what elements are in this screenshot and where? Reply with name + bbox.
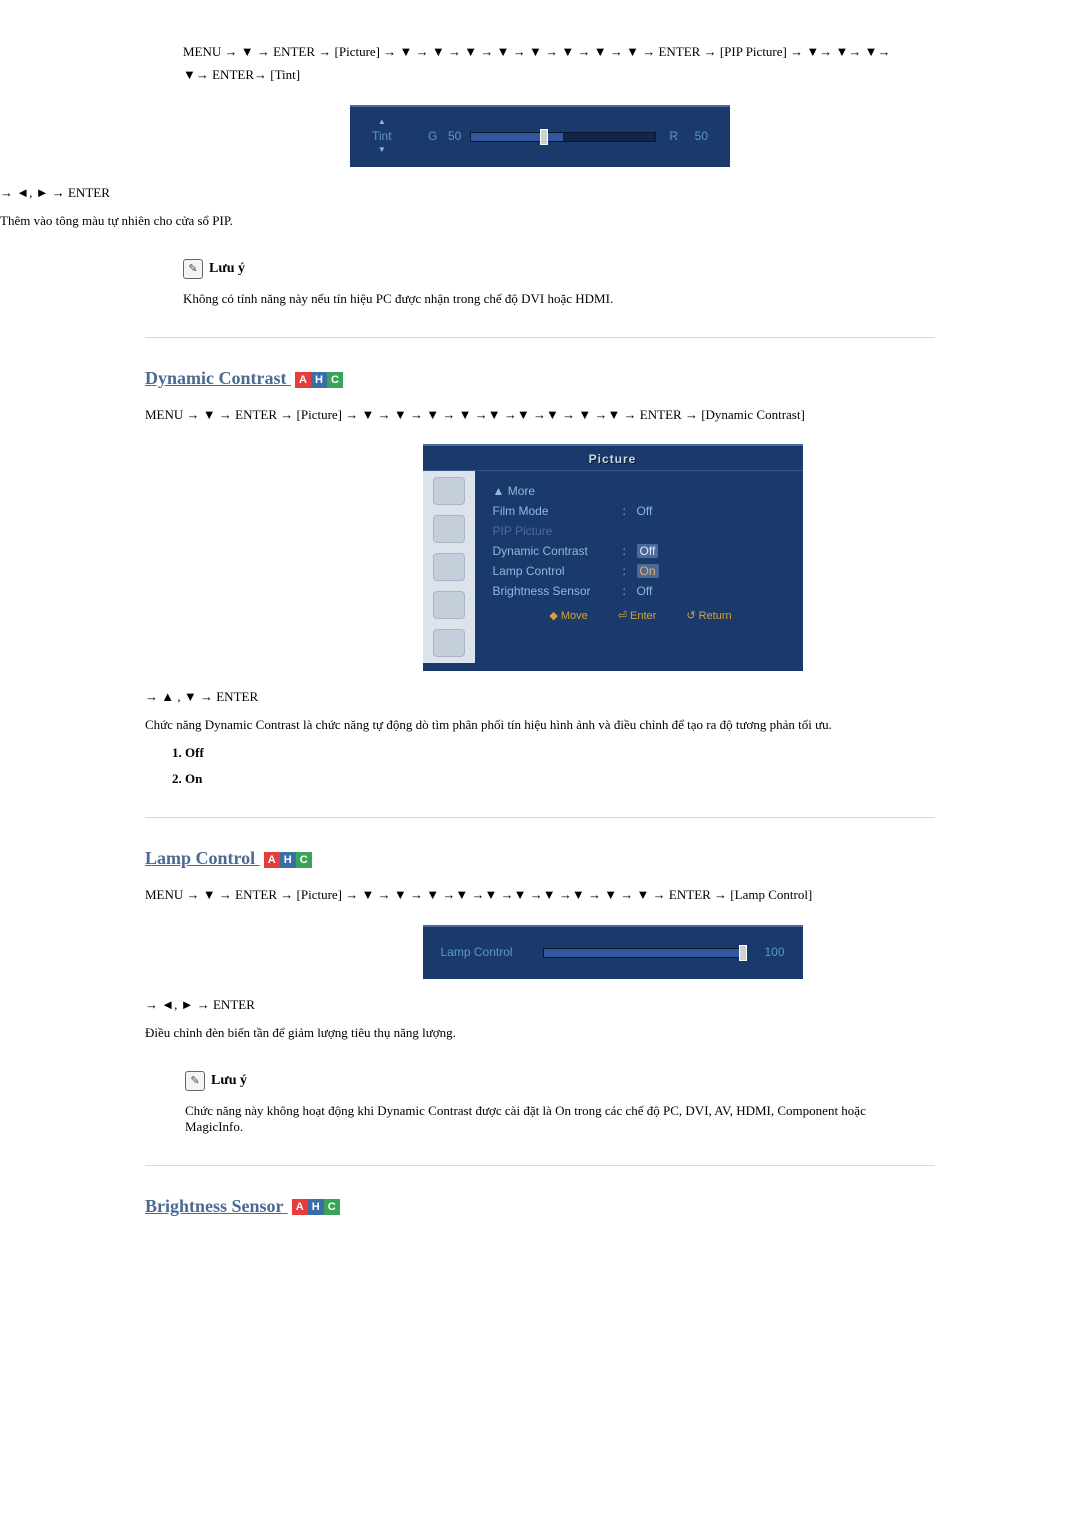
badge-a-icon: A <box>264 852 280 868</box>
nav-post-tint: → ◄, ► → ENTER <box>0 185 910 201</box>
note-title: Lưu ý <box>209 261 245 277</box>
osd-highlight-on: On <box>637 564 659 578</box>
osd-row-pip-picture: PIP Picture <box>493 521 789 541</box>
osd-label: Dynamic Contrast <box>493 544 623 558</box>
osd-more-label: ▲ More <box>493 484 623 498</box>
badge-c-icon: C <box>324 1199 340 1215</box>
osd-colon: : <box>623 564 637 578</box>
ahc-badge: AHC <box>292 1199 340 1215</box>
desc-tint: Thêm vào tông màu tự nhiên cho cửa sổ PI… <box>0 213 910 229</box>
osd-tint-screenshot: ▲ Tint ▼ G 50 R 50 <box>350 105 730 167</box>
osd-row-film-mode: Film Mode : Off <box>493 501 789 521</box>
osd-value: Off <box>637 584 789 598</box>
osd-sidebar-icon <box>433 477 465 505</box>
separator <box>145 1165 935 1166</box>
osd-sidebar-icon <box>433 553 465 581</box>
osd-value: Off <box>637 504 789 518</box>
osd-footer-move: ◆ Move <box>549 609 587 622</box>
option-on: On <box>185 771 1080 787</box>
badge-c-icon: C <box>327 372 343 388</box>
osd-lamp-screenshot: Lamp Control 100 <box>423 925 803 979</box>
note-text: Chức năng này không hoạt động khi Dynami… <box>185 1103 910 1135</box>
osd-footer-enter: ⏎ Enter <box>618 609 657 622</box>
desc-lamp: Điều chỉnh đèn biến tần để giảm lượng ti… <box>145 1025 910 1041</box>
heading-dynamic-contrast-text: Dynamic Contrast <box>145 368 287 388</box>
note-icon: ✎ <box>185 1071 205 1091</box>
note-icon: ✎ <box>183 259 203 279</box>
lamp-slider-track <box>543 948 743 958</box>
osd-body: ▲ More Film Mode : Off PIP Picture Dynam… <box>423 471 803 663</box>
osd-main: ▲ More Film Mode : Off PIP Picture Dynam… <box>475 471 803 663</box>
desc-dynamic: Chức năng Dynamic Contrast là chức năng … <box>145 717 910 733</box>
heading-brightness-sensor: Brightness Sensor AHC <box>145 1196 1080 1217</box>
osd-value-highlight: Off <box>637 544 789 558</box>
badge-h-icon: H <box>308 1199 324 1215</box>
osd-row-dynamic-contrast: Dynamic Contrast : Off <box>493 541 789 561</box>
separator <box>145 337 935 338</box>
tint-box: ▲ Tint ▼ G 50 R 50 <box>350 105 730 167</box>
osd-footer: ◆ Move ⏎ Enter ↺ Return <box>493 601 789 622</box>
badge-a-icon: A <box>295 372 311 388</box>
option-off: Off <box>185 745 1080 761</box>
tint-label-col: ▲ Tint ▼ <box>372 115 392 157</box>
tint-r-value: 50 <box>695 129 708 143</box>
osd-label: Film Mode <box>493 504 623 518</box>
heading-brightness-sensor-text: Brightness Sensor <box>145 1196 283 1216</box>
osd-title: Picture <box>423 446 803 471</box>
tint-r-label: R <box>669 129 678 143</box>
triangle-up-icon: ▲ <box>372 115 392 129</box>
osd-sidebar-icon <box>433 591 465 619</box>
section-lamp-control: Lamp Control AHC MENU → ▼ → ENTER → [Pic… <box>145 848 1080 1134</box>
lamp-value: 100 <box>764 945 784 959</box>
tint-slider-track <box>470 132 656 142</box>
lamp-slider-handle <box>739 945 747 961</box>
osd-colon: : <box>623 584 637 598</box>
tint-slider-handle <box>540 129 548 145</box>
note-tint: ✎ Lưu ý Không có tính năng này nếu tín h… <box>183 259 1080 307</box>
badge-h-icon: H <box>280 852 296 868</box>
osd-sidebar-icon <box>433 515 465 543</box>
badge-h-icon: H <box>311 372 327 388</box>
osd-sidebar <box>423 471 475 663</box>
ahc-badge: AHC <box>264 852 312 868</box>
note-lamp: ✎ Lưu ý Chức năng này không hoạt động kh… <box>185 1071 1080 1135</box>
osd-picture-screenshot: Picture ▲ More Film Mode : Off <box>423 444 803 671</box>
osd-label: Brightness Sensor <box>493 584 623 598</box>
osd-value-highlight: On <box>637 564 789 578</box>
tint-g-label: G <box>428 129 437 143</box>
osd-label: Lamp Control <box>493 564 623 578</box>
nav-post-lamp: → ◄, ► → ENTER <box>145 997 910 1013</box>
document-page: MENU → ▼ → ENTER → [Picture] → ▼ → ▼ → ▼… <box>0 0 1080 1311</box>
heading-lamp-control: Lamp Control AHC <box>145 848 1080 869</box>
nav-path-lamp: MENU → ▼ → ENTER → [Picture] → ▼ → ▼ → ▼… <box>145 883 910 906</box>
section-dynamic-contrast: Dynamic Contrast AHC MENU → ▼ → ENTER → … <box>145 368 1080 787</box>
nav-path-tint: MENU → ▼ → ENTER → [Picture] → ▼ → ▼ → ▼… <box>183 40 910 87</box>
osd-row-brightness-sensor: Brightness Sensor : Off <box>493 581 789 601</box>
osd-label: PIP Picture <box>493 524 623 538</box>
osd-highlight-off: Off <box>637 544 659 558</box>
heading-dynamic-contrast: Dynamic Contrast AHC <box>145 368 1080 389</box>
osd-footer-return: ↺ Return <box>686 609 731 622</box>
tint-label: Tint <box>372 129 392 143</box>
triangle-down-icon: ▼ <box>372 143 392 157</box>
osd-colon: : <box>623 504 637 518</box>
osd-row-lamp-control: Lamp Control : On <box>493 561 789 581</box>
note-text: Không có tính năng này nếu tín hiệu PC đ… <box>183 291 910 307</box>
osd-colon: : <box>623 544 637 558</box>
nav-post-dynamic: → ▲ , ▼ → ENTER <box>145 689 910 705</box>
lamp-label: Lamp Control <box>441 945 513 959</box>
nav-path-dynamic: MENU → ▼ → ENTER → [Picture] → ▼ → ▼ → ▼… <box>145 403 910 426</box>
osd-more-row: ▲ More <box>493 481 789 501</box>
section-brightness-sensor: Brightness Sensor AHC <box>145 1196 1080 1217</box>
badge-c-icon: C <box>296 852 312 868</box>
separator <box>145 817 935 818</box>
section-tint: MENU → ▼ → ENTER → [Picture] → ▼ → ▼ → ▼… <box>0 40 1080 307</box>
badge-a-icon: A <box>292 1199 308 1215</box>
tint-g-value: 50 <box>448 129 461 143</box>
ahc-badge: AHC <box>295 372 343 388</box>
note-title: Lưu ý <box>211 1073 247 1089</box>
options-list: Off On <box>185 745 1080 787</box>
heading-lamp-control-text: Lamp Control <box>145 848 255 868</box>
osd-sidebar-icon <box>433 629 465 657</box>
